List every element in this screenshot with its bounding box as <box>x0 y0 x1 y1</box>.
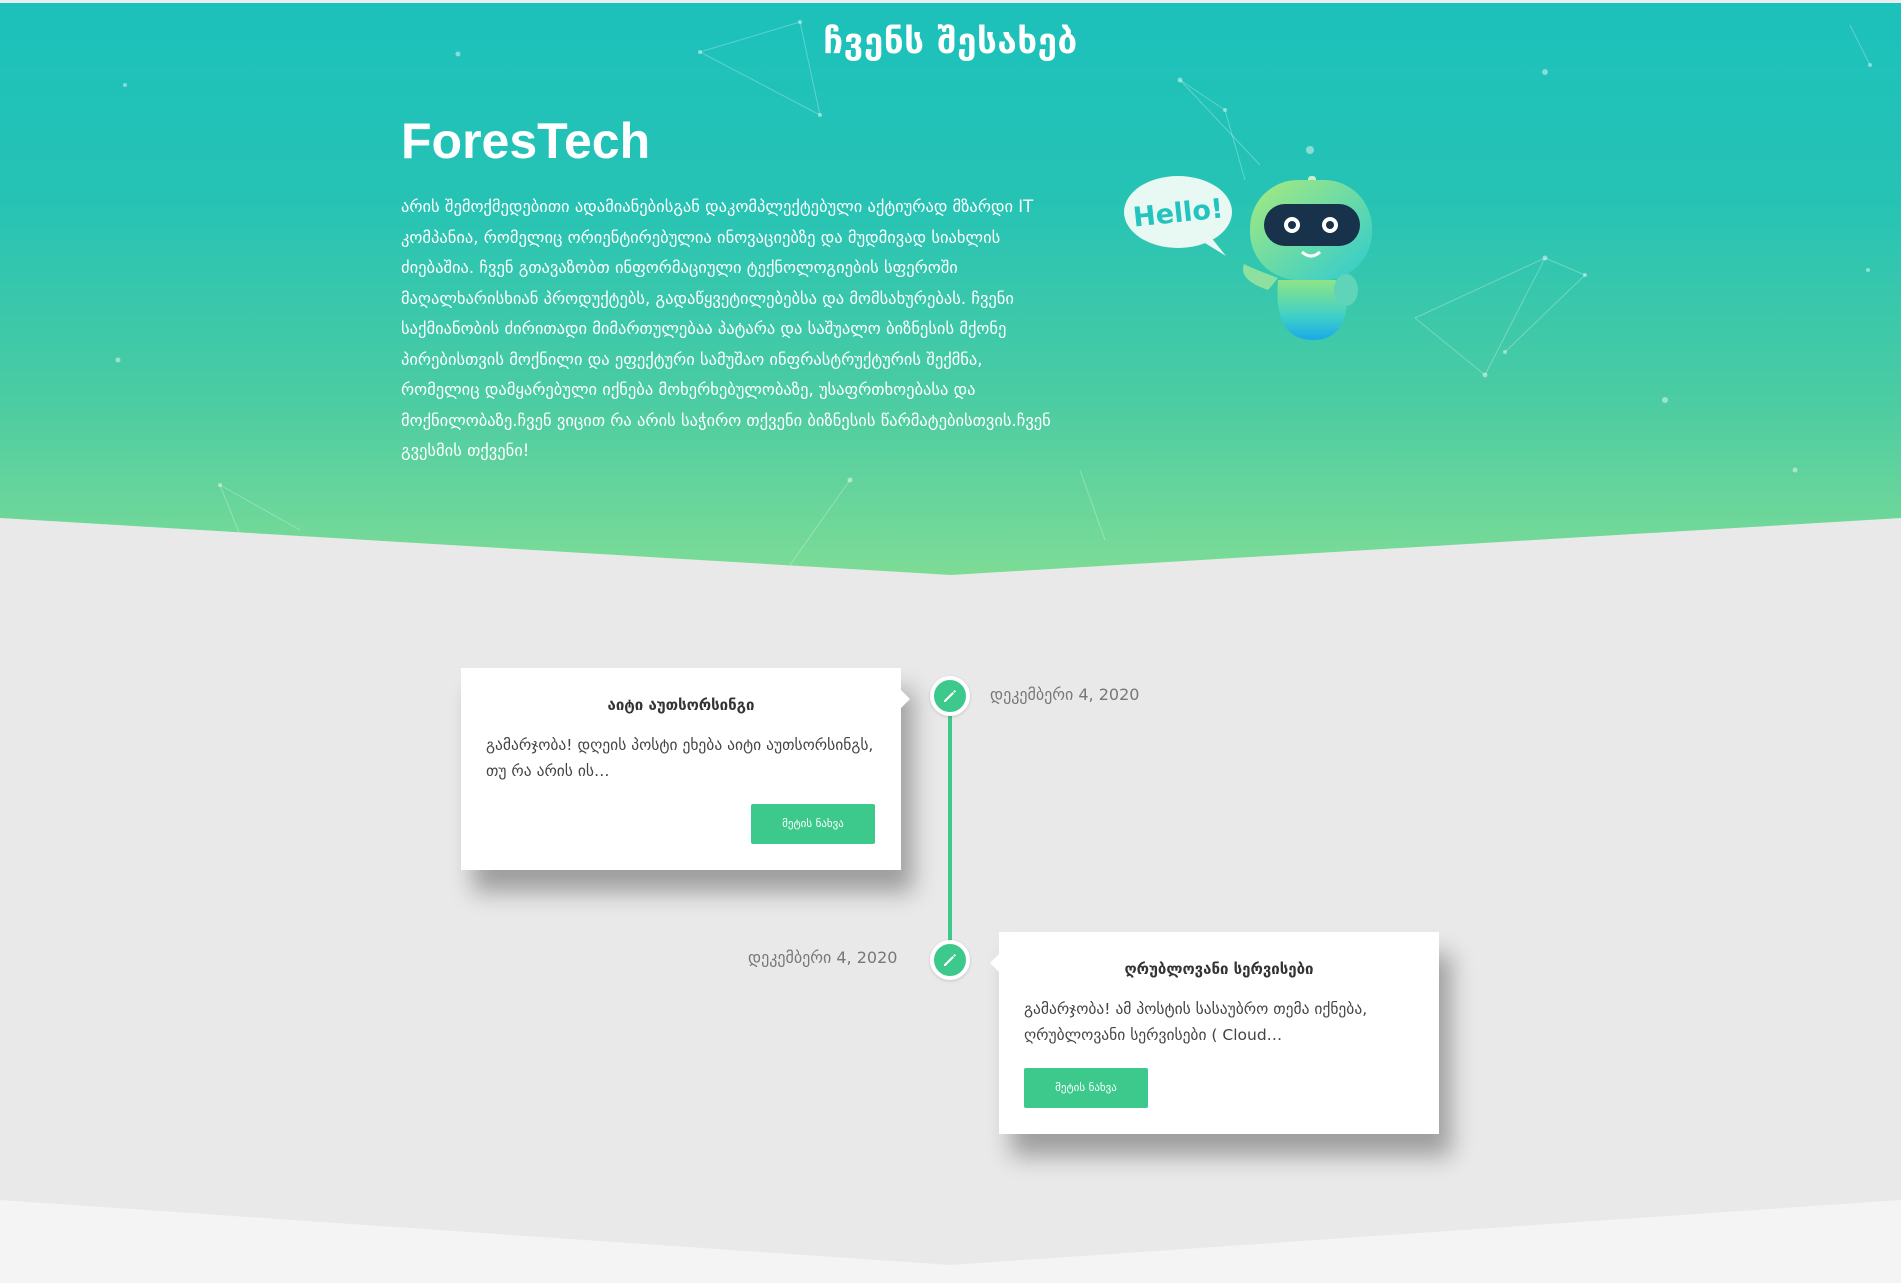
card-pointer <box>990 954 999 972</box>
post-title: ღრუბლოვანი სერვისები <box>1124 960 1314 978</box>
post-title: აიტი აუთსორსინგი <box>607 696 755 714</box>
button-row: მეტის ნახვა <box>999 1048 1439 1134</box>
read-more-button[interactable]: მეტის ნახვა <box>751 804 875 844</box>
pencil-icon <box>944 954 956 966</box>
section-heading: ჩვენს შესახებ <box>823 22 1078 62</box>
timeline-marker <box>930 676 970 716</box>
robot-illustration: Hello! <box>1124 176 1372 340</box>
card-pointer <box>901 690 910 708</box>
speech-bubble: Hello! <box>1124 176 1232 256</box>
button-row: მეტის ნახვა <box>461 784 901 870</box>
timeline-line <box>948 698 952 960</box>
brand-title: ForesTech <box>401 113 651 169</box>
post-excerpt: გამარჯობა! ამ პოსტის სასაუბრო თემა იქნებ… <box>1024 1000 1368 1044</box>
about-hero: ჩვენს შესახებ ForesTech არის შემოქმედები… <box>0 0 1901 575</box>
post-card: ღრუბლოვანი სერვისები გამარჯობა! ამ პოსტი… <box>990 932 1439 1134</box>
timeline-marker <box>930 940 970 980</box>
read-more-button[interactable]: მეტის ნახვა <box>1024 1068 1148 1108</box>
post-date: დეკემბერი 4, 2020 <box>748 948 898 967</box>
about-description: არის შემოქმედებითი ადამიანებისგან დაკომპ… <box>401 197 1051 460</box>
pencil-icon <box>944 690 956 702</box>
post-date: დეკემბერი 4, 2020 <box>990 685 1140 704</box>
post-excerpt: გამარჯობა! დღეის პოსტი ეხება აიტი აუთსორ… <box>486 736 874 780</box>
post-card: აიტი აუთსორსინგი გამარჯობა! დღეის პოსტი … <box>461 668 910 870</box>
bottom-section-divider <box>0 1200 1901 1283</box>
